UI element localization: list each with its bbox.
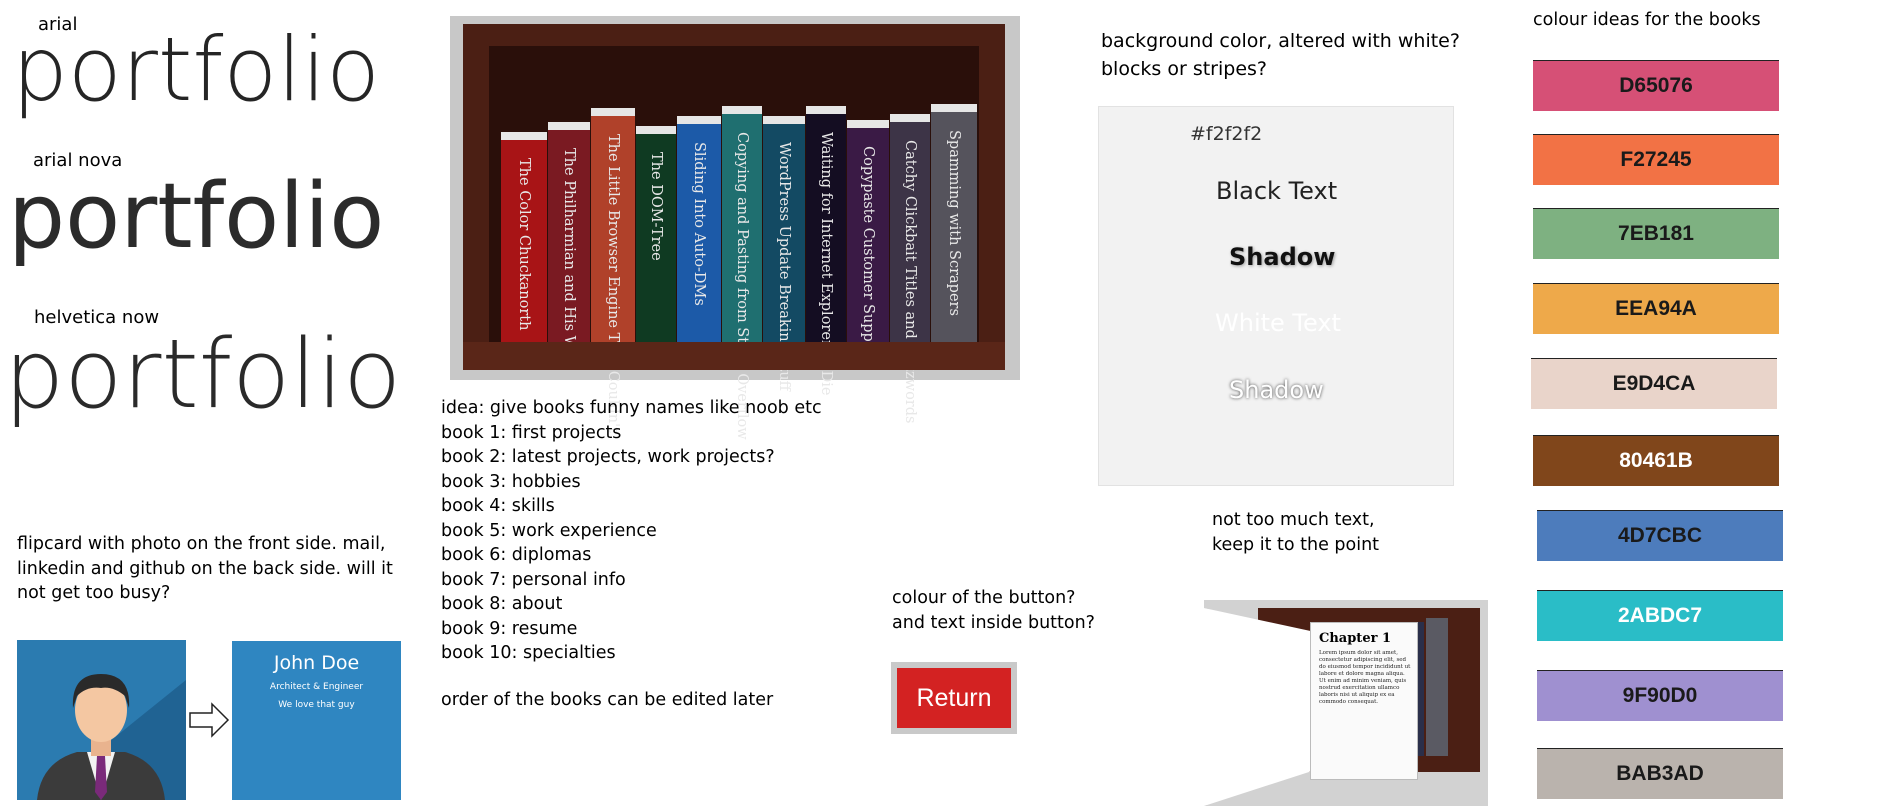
book-top-pages — [806, 106, 846, 114]
white-shadow-sample: Shadow — [1229, 376, 1324, 404]
book-top-pages — [636, 126, 676, 134]
book-ideas-list: idea: give books funny names like noob e… — [441, 398, 822, 663]
book-cover: Waiting for Internet Explorer to Die — [806, 114, 846, 396]
flipcard-back[interactable]: John Doe Architect & Engineer We love th… — [232, 641, 401, 800]
preview-chapter-heading: Chapter 1 — [1319, 631, 1392, 646]
book-spine[interactable]: Catchy Clickbait Titles and Buzzwords — [890, 114, 930, 423]
book-spine[interactable]: The Philharmian and His Wife — [548, 122, 590, 369]
book-cover: The DOM-Tree — [636, 134, 676, 342]
font-sample-arial-nova: portfolio — [8, 164, 385, 269]
book-spine[interactable]: Waiting for Internet Explorer to Die — [806, 106, 846, 396]
book-spine[interactable]: The DOM-Tree — [636, 126, 676, 342]
preview-open-page: Chapter 1 Lorem ipsum dolor sit amet, co… — [1310, 622, 1418, 780]
book-spine[interactable]: Sliding Into Auto-DMs — [677, 116, 721, 342]
text-contrast-panel: #f2f2f2 Black Text Shadow White Text Sha… — [1098, 106, 1454, 486]
preview-chapter-body: Lorem ipsum dolor sit amet, consectetur … — [1319, 650, 1411, 705]
book-title: Sliding Into Auto-DMs — [691, 142, 707, 306]
bookshelf-interior: The Color Chuckanorth The Philharmian and… — [489, 46, 979, 440]
book-top-pages — [931, 104, 977, 112]
book-order-note: order of the books can be edited later — [441, 690, 774, 710]
book-spine[interactable]: Copypaste Customer Support — [847, 120, 889, 363]
book-cover: Spamming with Scrapers — [931, 112, 977, 342]
preview-book-cover — [1204, 608, 1314, 806]
book-top-pages — [722, 106, 762, 114]
right-arrow-icon — [188, 702, 230, 743]
book-title: Copypaste Customer Support — [860, 146, 876, 364]
book-top-pages — [591, 108, 635, 116]
book-cover: Catchy Clickbait Titles and Buzzwords — [890, 122, 930, 423]
chapter-preview-image: Chapter 1 Lorem ipsum dolor sit amet, co… — [1204, 600, 1488, 806]
book-title: Copying and Pasting from Stack Overflow — [734, 132, 750, 440]
book-top-pages — [890, 114, 930, 122]
book-spine[interactable]: The Little Browser Engine That Couldn't — [591, 108, 635, 433]
book-top-pages — [677, 116, 721, 124]
colour-swatch: 2ABDC7 — [1537, 590, 1783, 641]
book-cover: Copying and Pasting from Stack Overflow — [722, 114, 762, 440]
colour-swatch: 7EB181 — [1533, 208, 1779, 259]
colour-swatch: F27245 — [1533, 134, 1779, 185]
colour-swatch: 80461B — [1533, 435, 1779, 486]
return-button[interactable]: Return — [897, 668, 1011, 728]
black-text-sample: Black Text — [1216, 177, 1338, 205]
book-title: Catchy Clickbait Titles and Buzzwords — [902, 140, 918, 424]
background-hex-label: #f2f2f2 — [1190, 123, 1263, 145]
white-text-sample: White Text — [1215, 309, 1341, 337]
colour-swatch: EEA94A — [1533, 283, 1779, 334]
flipcard-title: Architect & Engineer — [269, 682, 364, 692]
font-sample-helvetica-now: portfolio — [4, 320, 402, 430]
book-row: The Color Chuckanorth The Philharmian and… — [501, 46, 977, 440]
background-question: background color, altered with white? bl… — [1101, 30, 1460, 80]
preview-book-spine — [1426, 618, 1448, 756]
colour-swatch: BAB3AD — [1537, 748, 1783, 799]
black-shadow-sample: Shadow — [1229, 243, 1336, 271]
book-spine[interactable]: WordPress Update Breaking Stuff — [763, 116, 805, 391]
text-length-note: not too much text, keep it to the point — [1212, 510, 1380, 555]
flipcard-note: flipcard with photo on the front side. m… — [17, 534, 393, 603]
return-button-frame: Return — [891, 662, 1017, 734]
colour-swatch: 9F90D0 — [1537, 670, 1783, 721]
colour-ideas-title: colour ideas for the books — [1533, 10, 1761, 30]
book-spine[interactable]: Spamming with Scrapers — [931, 104, 977, 342]
book-top-pages — [548, 122, 590, 130]
book-title: The Color Chuckanorth — [516, 158, 532, 331]
book-spine[interactable]: Copying and Pasting from Stack Overflow — [722, 106, 762, 440]
button-question: colour of the button? and text inside bu… — [892, 588, 1095, 633]
flipcard-name: John Doe — [273, 652, 360, 674]
book-top-pages — [847, 120, 889, 128]
font-sample-arial: portfolio — [12, 18, 380, 121]
colour-swatch: E9D4CA — [1531, 358, 1777, 409]
book-cover: The Philharmian and His Wife — [548, 130, 590, 369]
book-cover: The Color Chuckanorth — [501, 140, 547, 342]
book-title: The Philharmian and His Wife — [561, 148, 577, 369]
flipcard-front[interactable] — [17, 640, 186, 800]
book-spine[interactable]: The Color Chuckanorth — [501, 132, 547, 342]
book-title: The Little Browser Engine That Couldn't — [605, 134, 621, 433]
shelf-base — [463, 342, 1005, 370]
bookshelf-image: The Color Chuckanorth The Philharmian and… — [450, 16, 1020, 440]
flipcard-tagline: We love that guy — [278, 700, 355, 710]
book-cover: Copypaste Customer Support — [847, 128, 889, 363]
book-top-pages — [763, 116, 805, 124]
book-title: Spamming with Scrapers — [946, 130, 962, 316]
book-cover: WordPress Update Breaking Stuff — [763, 124, 805, 391]
colour-swatch: D65076 — [1533, 60, 1779, 111]
person-avatar-icon — [37, 674, 186, 800]
colour-swatch: 4D7CBC — [1537, 510, 1783, 561]
book-title: The DOM-Tree — [648, 152, 664, 261]
book-cover: Sliding Into Auto-DMs — [677, 124, 721, 342]
book-cover: The Little Browser Engine That Couldn't — [591, 116, 635, 433]
book-top-pages — [501, 132, 547, 140]
